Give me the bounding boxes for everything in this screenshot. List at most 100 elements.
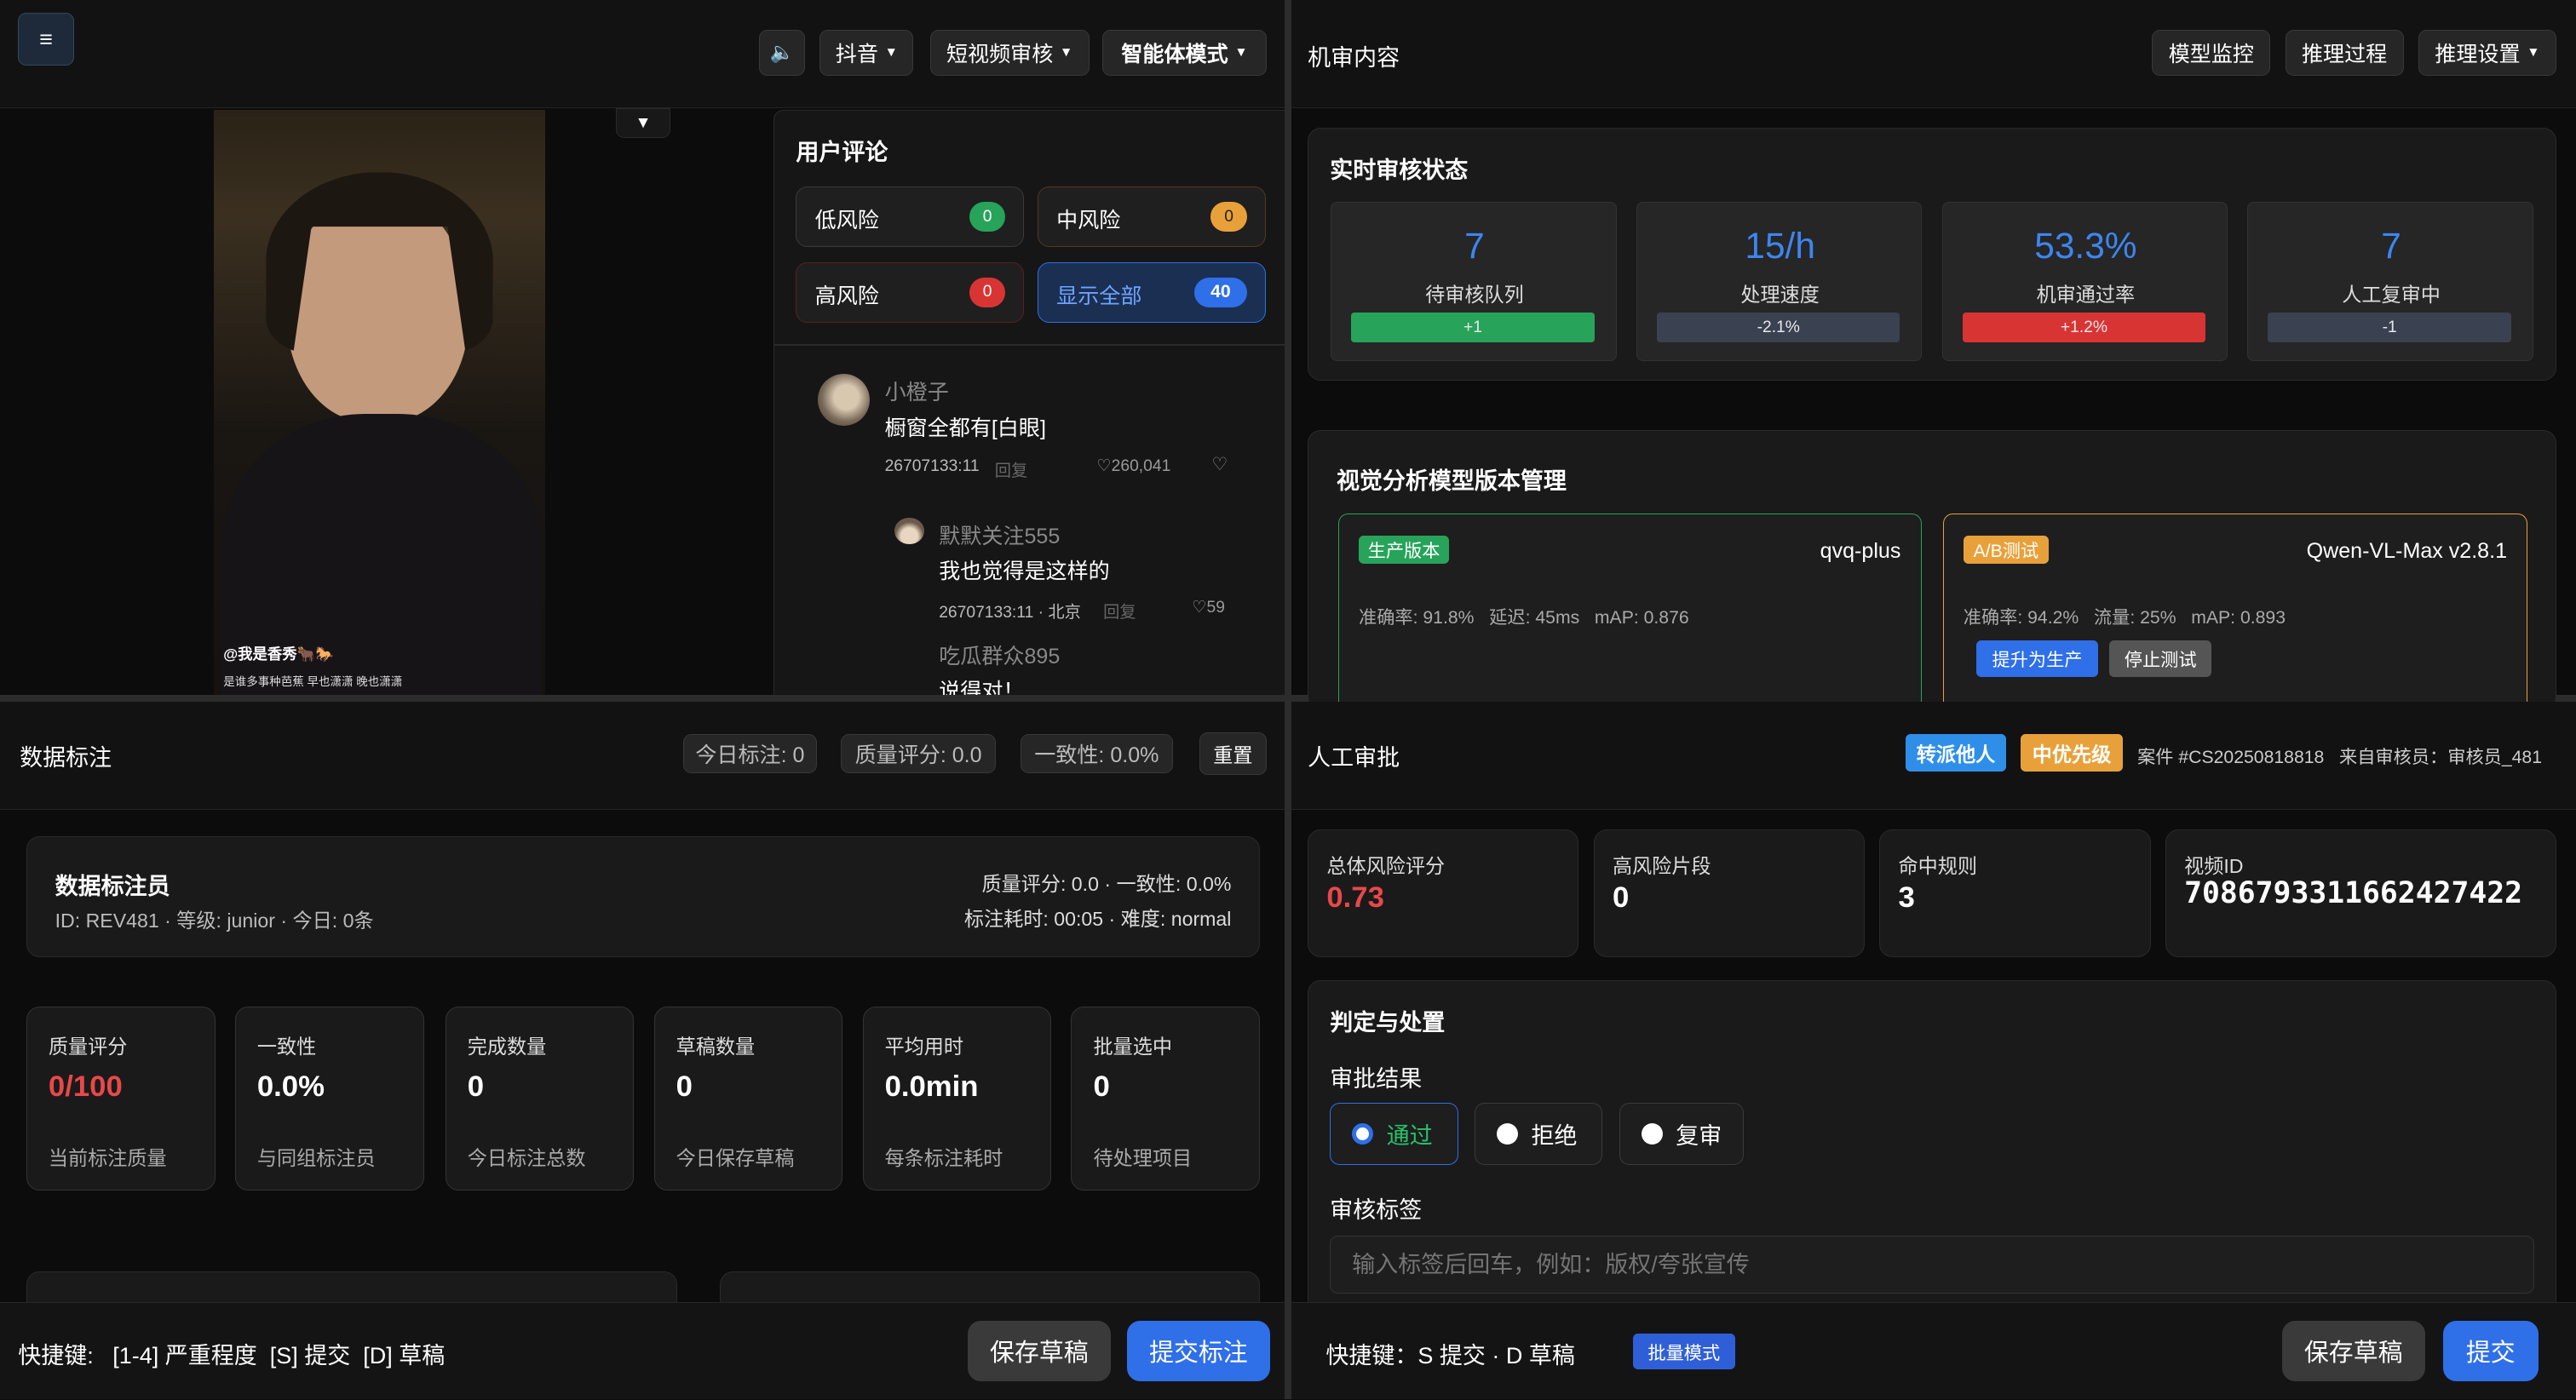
metric-label: 批量选中 <box>1093 1036 1173 1059</box>
video-player[interactable]: @我是香秀🐂🐎 是谁多事种芭蕉 早也潇潇 晚也潇潇 <box>213 110 546 695</box>
stop-test-button[interactable]: 停止测试 <box>2109 640 2211 677</box>
like-count[interactable]: ♡59 <box>1192 597 1225 617</box>
option-reject[interactable]: 拒绝 <box>1474 1103 1603 1166</box>
save-draft-button[interactable]: 保存草稿 <box>967 1320 1111 1381</box>
annotator-card: 数据标注员 ID: REV481 · 等级: junior · 今日: 0条 质… <box>26 835 1261 958</box>
comment-text: 我也觉得是这样的 <box>939 559 1110 583</box>
batch-mode-badge[interactable]: 批量模式 <box>1633 1334 1735 1370</box>
filter-label: 低风险 <box>814 209 879 233</box>
inference-settings-dropdown[interactable]: 推理设置 ▼ <box>2418 29 2556 76</box>
machine-review-title: 机审内容 <box>1308 45 1400 72</box>
model-title: 视觉分析模型版本管理 <box>1336 468 1567 494</box>
metric-card: 草稿数量 0 今日保存草稿 <box>653 1007 843 1191</box>
submit-button[interactable]: 提交 <box>2442 1320 2539 1381</box>
stat-value: 7 <box>1464 226 1485 267</box>
stat-label: 待审核队列 <box>1425 283 1524 306</box>
platform-label: 抖音 <box>835 42 878 66</box>
filter-high-risk[interactable]: 高风险 0 <box>796 261 1025 323</box>
metric-card: 一致性 0.0% 与同组标注员 <box>234 1007 424 1191</box>
option-label: 通过 <box>1386 1123 1433 1150</box>
metric-value: 0 <box>676 1070 693 1103</box>
quality-score: 质量评分: 0.0 <box>841 734 996 774</box>
speaker-icon: 🔈 <box>769 41 795 64</box>
inference-process-button[interactable]: 推理过程 <box>2285 29 2404 76</box>
radio-icon <box>1497 1123 1519 1145</box>
hamburger-icon: ≡ <box>39 26 53 52</box>
tags-input[interactable] <box>1330 1236 2534 1294</box>
filter-mid-risk[interactable]: 中风险 0 <box>1037 186 1266 248</box>
option-pass[interactable]: 通过 <box>1330 1103 1458 1166</box>
caret-down-icon: ▼ <box>2527 44 2540 60</box>
segments-value: 0 <box>1612 881 1630 914</box>
stat-card: 15/h 处理速度 -2.1% <box>1636 202 1923 362</box>
stat-label: 机审通过率 <box>2036 283 2136 306</box>
menu-button[interactable]: ≡ <box>18 13 74 66</box>
metric-label: 草稿数量 <box>676 1036 756 1059</box>
mute-button[interactable]: 🔈 <box>759 29 805 76</box>
case-info: 案件 #CS20250818818 来自审核员：审核员_481 <box>2137 747 2543 767</box>
save-draft-button[interactable]: 保存草稿 <box>2281 1320 2425 1381</box>
reply-link[interactable]: 回复 <box>1103 599 1136 623</box>
reset-button[interactable]: 重置 <box>1199 732 1267 776</box>
pill-text: 今日标注: 0 <box>695 743 805 768</box>
video-collapse-button[interactable]: ▼ <box>616 108 670 138</box>
button-label: 提交 <box>2465 1340 2516 1368</box>
count-badge: 0 <box>1210 202 1247 232</box>
decision-card: 判定与处置 审批结果 通过 拒绝 复审 审核标签 <box>1308 980 2556 1342</box>
comments-panel: 用户评论 低风险 0 中风险 0 高风险 0 显示全部 40 小橙子 橱窗全都有… <box>773 110 1285 695</box>
caret-down-icon: ▼ <box>1060 44 1073 60</box>
app-root: ≡ 🔈 抖音 ▼ 短视频审核 ▼ 智能体模式 ▼ @我是香秀🐂🐎 是谁多事种芭蕉 早也… <box>0 0 2576 1400</box>
filter-low-risk[interactable]: 低风险 0 <box>796 186 1025 248</box>
platform-dropdown[interactable]: 抖音 ▼ <box>819 29 914 76</box>
review-type-dropdown[interactable]: 短视频审核 ▼ <box>929 29 1090 76</box>
option-label: 拒绝 <box>1531 1123 1578 1150</box>
metric-sub: 与同组标注员 <box>256 1147 376 1170</box>
video-id-card: 视频ID 7086793311662427422 <box>2165 829 2556 958</box>
metric-sub: 待处理项目 <box>1093 1147 1193 1170</box>
annotator-info: ID: REV481 · 等级: junior · 今日: 0条 <box>55 909 374 932</box>
mode-dropdown[interactable]: 智能体模式 ▼ <box>1102 29 1267 76</box>
comment-text: 橱窗全都有[白眼] <box>884 416 1046 441</box>
annotation-shortcuts: 快捷键: [1-4] 严重程度 [S] 提交 [D] 草稿 <box>18 1342 446 1368</box>
stat-card: 7 人工复审中 -1 <box>2247 202 2533 362</box>
button-label: 推理过程 <box>2301 42 2388 66</box>
top-left-header <box>0 0 1285 109</box>
prod-version-box: 生产版本 qvq-plus 准确率: 91.8% 延迟: 45ms mAP: 0… <box>1337 513 1922 709</box>
risk-score-label: 总体风险评分 <box>1326 855 1446 878</box>
metric-value: 0 <box>1093 1070 1110 1103</box>
stat-delta: -1 <box>2268 313 2511 343</box>
today-count: 今日标注: 0 <box>683 734 817 774</box>
submit-annotation-button[interactable]: 提交标注 <box>1127 1320 1270 1381</box>
option-review[interactable]: 复审 <box>1619 1103 1745 1166</box>
model-monitor-button[interactable]: 模型监控 <box>2152 29 2271 76</box>
stat-delta: -2.1% <box>1657 313 1900 343</box>
button-label: 推理设置 <box>2435 42 2521 66</box>
annotation-title: 数据标注 <box>20 744 112 771</box>
reply-link[interactable]: 回复 <box>995 457 1028 481</box>
count-badge: 40 <box>1194 277 1247 307</box>
comment-user: 默默关注555 <box>939 525 1061 549</box>
button-label: 模型监控 <box>2168 42 2254 66</box>
like-count[interactable]: ♡260,041 <box>1096 456 1170 476</box>
avatar <box>894 518 924 545</box>
metric-sub: 每条标注耗时 <box>884 1147 1003 1170</box>
stat-label: 人工复审中 <box>2342 283 2441 306</box>
metric-value: 0.0% <box>256 1070 325 1103</box>
button-label: 提交标注 <box>1149 1340 1248 1368</box>
button-label: 保存草稿 <box>990 1340 1089 1368</box>
avatar <box>817 373 871 427</box>
button-label: 重置 <box>1213 744 1253 767</box>
rules-value: 3 <box>1898 881 1915 914</box>
filter-label: 中风险 <box>1056 209 1121 233</box>
review-shortcuts: 快捷键：S 提交 · D 草稿 <box>1325 1342 1575 1368</box>
filter-show-all[interactable]: 显示全部 40 <box>1037 261 1266 323</box>
filter-label: 高风险 <box>814 284 879 308</box>
transfer-button[interactable]: 转派他人 <box>1906 734 2006 772</box>
video-id-label: 视频ID <box>2184 855 2244 878</box>
filter-label: 显示全部 <box>1056 284 1142 308</box>
metric-card: 平均用时 0.0min 每条标注耗时 <box>862 1007 1052 1191</box>
shield-icon[interactable]: ♡ <box>1211 454 1228 475</box>
promote-button[interactable]: 提升为生产 <box>1976 640 2098 677</box>
metric-value: 0.0min <box>884 1070 979 1103</box>
metric-card: 完成数量 0 今日标注总数 <box>445 1007 635 1191</box>
